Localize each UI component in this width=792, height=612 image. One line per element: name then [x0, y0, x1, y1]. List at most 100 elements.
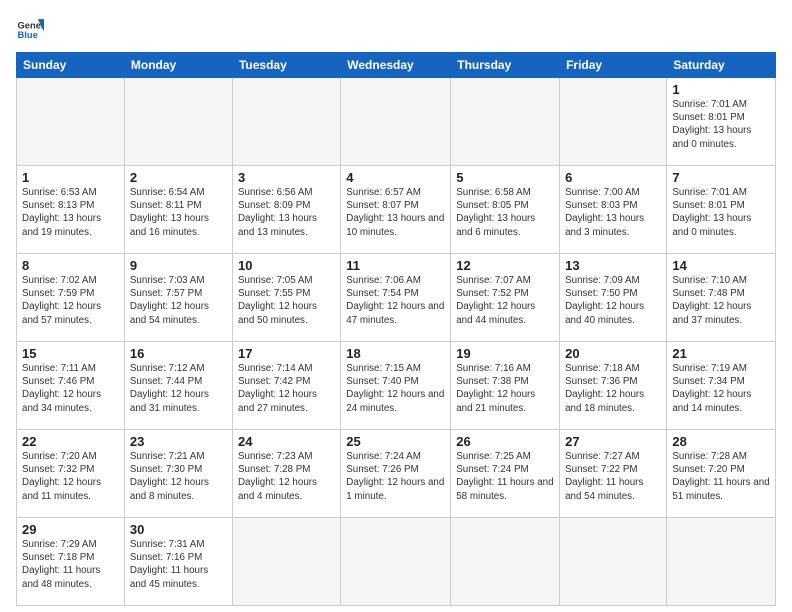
day-number: 7	[672, 170, 770, 185]
calendar-week: 1Sunrise: 6:53 AMSunset: 8:13 PMDaylight…	[17, 166, 776, 254]
day-number: 14	[672, 258, 770, 273]
day-number: 22	[22, 434, 119, 449]
day-info: Sunrise: 7:14 AMSunset: 7:42 PMDaylight:…	[238, 362, 335, 415]
day-number: 15	[22, 346, 119, 361]
day-number: 28	[672, 434, 770, 449]
day-of-week-header: Tuesday	[232, 53, 340, 78]
calendar-day	[341, 518, 451, 606]
day-number: 17	[238, 346, 335, 361]
calendar-day: 5Sunrise: 6:58 AMSunset: 8:05 PMDaylight…	[451, 166, 560, 254]
calendar-day: 14Sunrise: 7:10 AMSunset: 7:48 PMDayligh…	[667, 254, 776, 342]
calendar-day: 22Sunrise: 7:20 AMSunset: 7:32 PMDayligh…	[17, 430, 125, 518]
calendar-day: 20Sunrise: 7:18 AMSunset: 7:36 PMDayligh…	[560, 342, 667, 430]
day-number: 21	[672, 346, 770, 361]
calendar-day: 3Sunrise: 6:56 AMSunset: 8:09 PMDaylight…	[232, 166, 340, 254]
day-info: Sunrise: 7:28 AMSunset: 7:20 PMDaylight:…	[672, 450, 770, 503]
day-info: Sunrise: 7:27 AMSunset: 7:22 PMDaylight:…	[565, 450, 661, 503]
day-info: Sunrise: 7:07 AMSunset: 7:52 PMDaylight:…	[456, 274, 554, 327]
calendar-day: 16Sunrise: 7:12 AMSunset: 7:44 PMDayligh…	[124, 342, 232, 430]
calendar-day	[451, 518, 560, 606]
calendar-day: 10Sunrise: 7:05 AMSunset: 7:55 PMDayligh…	[232, 254, 340, 342]
day-number: 25	[346, 434, 445, 449]
calendar-day: 8Sunrise: 7:02 AMSunset: 7:59 PMDaylight…	[17, 254, 125, 342]
day-info: Sunrise: 6:57 AMSunset: 8:07 PMDaylight:…	[346, 186, 445, 239]
calendar-week: 1Sunrise: 7:01 AMSunset: 8:01 PMDaylight…	[17, 78, 776, 166]
calendar-day: 21Sunrise: 7:19 AMSunset: 7:34 PMDayligh…	[667, 342, 776, 430]
day-of-week-header: Wednesday	[341, 53, 451, 78]
calendar-day: 19Sunrise: 7:16 AMSunset: 7:38 PMDayligh…	[451, 342, 560, 430]
day-number: 3	[238, 170, 335, 185]
day-info: Sunrise: 6:53 AMSunset: 8:13 PMDaylight:…	[22, 186, 119, 239]
day-number: 19	[456, 346, 554, 361]
generalblue-logo-icon: General Blue	[16, 16, 44, 44]
day-info: Sunrise: 6:54 AMSunset: 8:11 PMDaylight:…	[130, 186, 227, 239]
calendar-day: 9Sunrise: 7:03 AMSunset: 7:57 PMDaylight…	[124, 254, 232, 342]
day-info: Sunrise: 7:02 AMSunset: 7:59 PMDaylight:…	[22, 274, 119, 327]
day-number: 23	[130, 434, 227, 449]
day-number: 26	[456, 434, 554, 449]
day-number: 11	[346, 258, 445, 273]
day-info: Sunrise: 7:09 AMSunset: 7:50 PMDaylight:…	[565, 274, 661, 327]
day-info: Sunrise: 7:16 AMSunset: 7:38 PMDaylight:…	[456, 362, 554, 415]
day-of-week-header: Monday	[124, 53, 232, 78]
day-number: 18	[346, 346, 445, 361]
day-number: 20	[565, 346, 661, 361]
calendar-day: 4Sunrise: 6:57 AMSunset: 8:07 PMDaylight…	[341, 166, 451, 254]
calendar-day: 15Sunrise: 7:11 AMSunset: 7:46 PMDayligh…	[17, 342, 125, 430]
svg-text:Blue: Blue	[18, 30, 38, 40]
calendar-day: 2Sunrise: 6:54 AMSunset: 8:11 PMDaylight…	[124, 166, 232, 254]
calendar-day: 26Sunrise: 7:25 AMSunset: 7:24 PMDayligh…	[451, 430, 560, 518]
calendar-body: 1 Sunrise: 7:01 AMSunset: 8:01 PMDaylight…	[17, 78, 776, 606]
day-info: Sunrise: 6:58 AMSunset: 8:05 PMDaylight:…	[456, 186, 554, 239]
calendar-day: 30Sunrise: 7:31 AMSunset: 7:16 PMDayligh…	[124, 518, 232, 606]
calendar-day: 25Sunrise: 7:24 AMSunset: 7:26 PMDayligh…	[341, 430, 451, 518]
day-info: Sunrise: 7:03 AMSunset: 7:57 PMDaylight:…	[130, 274, 227, 327]
day-info: Sunrise: 7:01 AMSunset: 8:01 PMDaylight:…	[672, 186, 770, 239]
day-info: Sunrise: 7:24 AMSunset: 7:26 PMDaylight:…	[346, 450, 445, 503]
calendar-day: 6Sunrise: 7:00 AMSunset: 8:03 PMDaylight…	[560, 166, 667, 254]
day-number: 2	[130, 170, 227, 185]
day-number: 6	[565, 170, 661, 185]
day-of-week-header: Sunday	[17, 53, 125, 78]
day-info: Sunrise: 7:21 AMSunset: 7:30 PMDaylight:…	[130, 450, 227, 503]
day-number: 5	[456, 170, 554, 185]
day-info: Sunrise: 7:12 AMSunset: 7:44 PMDaylight:…	[130, 362, 227, 415]
calendar-day: 29Sunrise: 7:29 AMSunset: 7:18 PMDayligh…	[17, 518, 125, 606]
calendar-header: SundayMondayTuesdayWednesdayThursdayFrid…	[17, 53, 776, 78]
empty-day	[124, 78, 232, 166]
calendar-day	[560, 518, 667, 606]
day-of-week-header: Friday	[560, 53, 667, 78]
calendar-week: 15Sunrise: 7:11 AMSunset: 7:46 PMDayligh…	[17, 342, 776, 430]
calendar-day: 13Sunrise: 7:09 AMSunset: 7:50 PMDayligh…	[560, 254, 667, 342]
day-info: Sunrise: 7:06 AMSunset: 7:54 PMDaylight:…	[346, 274, 445, 327]
calendar-day: 28Sunrise: 7:28 AMSunset: 7:20 PMDayligh…	[667, 430, 776, 518]
day-info: Sunrise: 7:19 AMSunset: 7:34 PMDaylight:…	[672, 362, 770, 415]
empty-day	[17, 78, 125, 166]
day-number: 24	[238, 434, 335, 449]
calendar-day: 1Sunrise: 6:53 AMSunset: 8:13 PMDaylight…	[17, 166, 125, 254]
calendar-day: 12Sunrise: 7:07 AMSunset: 7:52 PMDayligh…	[451, 254, 560, 342]
day-number: 30	[130, 522, 227, 537]
page: General Blue SundayMondayTuesdayWednesda…	[0, 0, 792, 612]
calendar: SundayMondayTuesdayWednesdayThursdayFrid…	[16, 52, 776, 606]
calendar-day: 7Sunrise: 7:01 AMSunset: 8:01 PMDaylight…	[667, 166, 776, 254]
empty-day	[560, 78, 667, 166]
day-number: 9	[130, 258, 227, 273]
day-number: 12	[456, 258, 554, 273]
day-info: Sunrise: 7:29 AMSunset: 7:18 PMDaylight:…	[22, 538, 119, 591]
calendar-day: 18Sunrise: 7:15 AMSunset: 7:40 PMDayligh…	[341, 342, 451, 430]
empty-day	[341, 78, 451, 166]
calendar-day: 11Sunrise: 7:06 AMSunset: 7:54 PMDayligh…	[341, 254, 451, 342]
calendar-week: 8Sunrise: 7:02 AMSunset: 7:59 PMDaylight…	[17, 254, 776, 342]
day-number: 16	[130, 346, 227, 361]
day-number: 29	[22, 522, 119, 537]
day-number: 1	[672, 82, 770, 97]
calendar-week: 29Sunrise: 7:29 AMSunset: 7:18 PMDayligh…	[17, 518, 776, 606]
calendar-day: 17Sunrise: 7:14 AMSunset: 7:42 PMDayligh…	[232, 342, 340, 430]
day-info: Sunrise: 7:05 AMSunset: 7:55 PMDaylight:…	[238, 274, 335, 327]
day-of-week-header: Saturday	[667, 53, 776, 78]
day-info: Sunrise: 7:18 AMSunset: 7:36 PMDaylight:…	[565, 362, 661, 415]
header: General Blue	[16, 16, 776, 44]
day-info: Sunrise: 7:00 AMSunset: 8:03 PMDaylight:…	[565, 186, 661, 239]
day-number: 13	[565, 258, 661, 273]
